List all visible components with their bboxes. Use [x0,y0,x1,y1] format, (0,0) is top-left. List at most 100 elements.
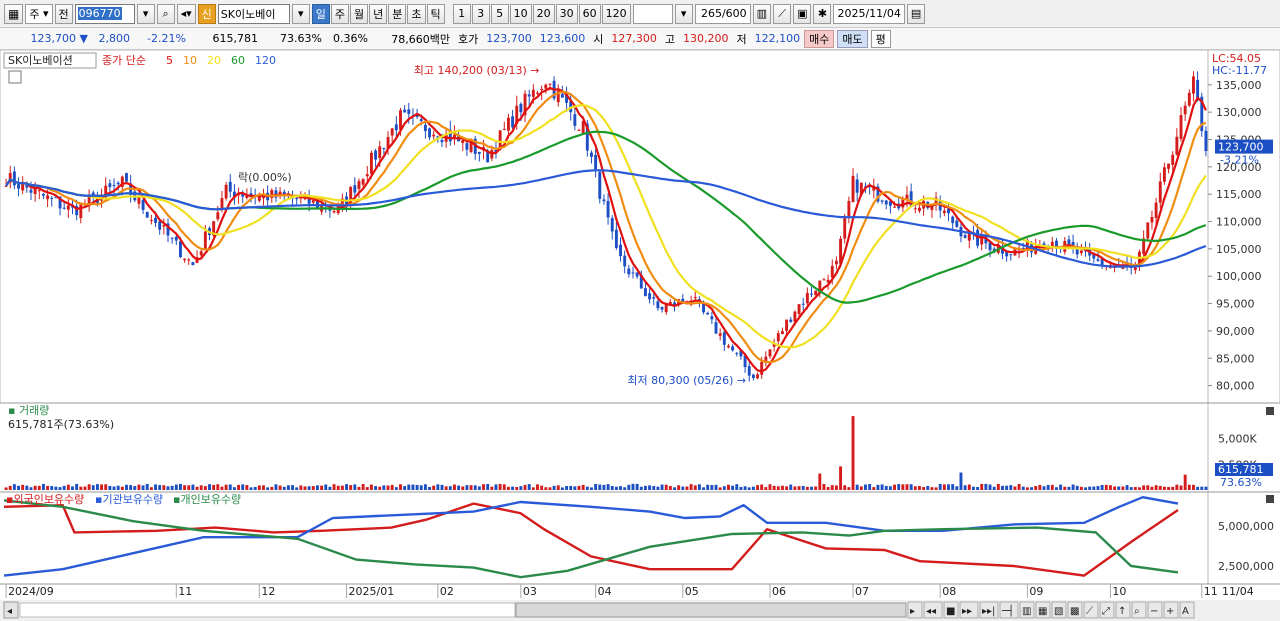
legend-title: SK이노베이션 [8,54,73,67]
candle-body [511,116,515,128]
x-axis-label: 04 [598,585,612,598]
volume-bar [901,484,905,490]
volume-bar [706,484,710,490]
volume-bar [656,486,660,490]
volume-bar [1138,487,1141,490]
chart-tools-icon[interactable]: ▥ [752,3,772,24]
layout-icon[interactable]: ▦ [4,3,24,24]
period-tab-3[interactable]: 년 [369,3,388,24]
volume-bar [926,485,930,490]
interval-60[interactable]: 60 [578,3,601,24]
volume-bar [166,486,170,490]
volume-bar [394,487,398,490]
volume-bar [1017,483,1021,490]
volume-bar [154,484,157,490]
price-axis-label: 95,000 [1216,298,1255,311]
holding-close-icon [1266,495,1274,503]
interval-30[interactable]: 30 [555,3,578,24]
buy-button[interactable]: 매수 [804,29,835,48]
date-field[interactable]: 2025/11/04 [833,3,905,24]
sell-button[interactable]: 매도 [837,29,868,48]
period-tab-6[interactable]: 틱 [426,3,445,24]
candle-body [780,331,784,335]
x-axis-label: 08 [942,585,956,598]
sin-badge[interactable]: 신 [197,3,216,24]
volume-bar [25,485,29,490]
volume-bar [710,485,714,490]
candle-body [1150,217,1154,223]
gear-icon[interactable]: ✱ [813,3,832,24]
name-dropdown-icon[interactable]: ▾ [291,3,310,24]
stock-name-field[interactable]: SK이노베이 [217,3,290,24]
volume-bar [511,486,515,490]
interval-20[interactable]: 20 [532,3,555,24]
candle-body [66,205,70,210]
volume-bar [369,484,373,490]
count-value: 265 [700,7,722,20]
sound-icon[interactable]: ◂▾ [176,3,196,24]
volume-bar [668,485,672,490]
interval-120[interactable]: 120 [601,3,631,24]
candle-body [1154,202,1158,218]
period-tab-4[interactable]: 분 [388,3,407,24]
candle-body [46,195,50,200]
volume-bar [216,484,220,490]
interval-10[interactable]: 10 [509,3,532,24]
market-select[interactable]: 주 ▾ [25,3,53,24]
prev-button[interactable]: 전 [54,3,73,24]
volume-bar [702,487,706,490]
volume-bar [793,486,797,490]
count-max: /600 [721,7,747,20]
candle-body [62,207,66,209]
count-field[interactable]: 265/600 [694,3,751,24]
volume-bar [79,486,83,490]
interval-1[interactable]: 1 [452,3,471,24]
interval-5[interactable]: 5 [490,3,509,24]
stock-chart[interactable]: 135,000130,000125,000120,000115,000110,0… [0,50,1280,621]
ask-price: 123,700 [486,32,532,45]
price-axis-label: 110,000 [1216,216,1262,229]
stock-code-input[interactable]: 096770 [74,3,135,24]
interval-3[interactable]: 3 [471,3,490,24]
draw-tools-icon[interactable]: ⟋ [773,3,792,24]
period-tab-2[interactable]: 월 [350,3,369,24]
period-tab-1[interactable]: 주 [330,3,350,24]
candle-body [108,183,112,188]
volume-bar [1108,485,1112,490]
period-tab-0[interactable]: 일 [311,3,330,24]
scroll-area[interactable]: ◂ ▸ ◂◂ ■ ▸▸ ▸▸| ─┤ ▥ ▦ ▧ ▩ ⟋ ⤢ ↑ ⌕ − + A [0,600,1280,621]
interval-custom-input[interactable] [632,3,673,24]
candle-body [365,174,369,177]
volume-bar [266,487,270,490]
control-icon-9: ▩ [1070,606,1079,617]
volume-bar [714,484,718,490]
low-label: 저 [736,32,747,46]
pyeong-button[interactable]: 평 [870,29,891,48]
calendar-icon[interactable]: ▤ [906,3,926,24]
volume-bar [805,486,809,490]
volume-bar [33,485,37,490]
candle-body [461,139,465,143]
interval-dropdown-icon[interactable]: ▾ [674,3,693,24]
holding-legend-0: ▪외국인보유수량 [6,493,84,506]
candle-body [822,279,826,281]
period-tab-5[interactable]: 초 [407,3,426,24]
volume-bar [353,484,357,490]
volume-bar [565,486,569,490]
search-icon[interactable]: ⌕ [156,3,175,24]
save-icon[interactable]: ▣ [793,3,812,24]
candle-body [407,109,411,114]
x-axis-label: 06 [772,585,786,598]
volume-bar [619,486,622,490]
volume-bar [299,485,303,490]
volume-bar [834,485,838,490]
volume-bar [581,484,585,490]
control-icon-1: ◂◂ [926,606,936,617]
x-axis-label: 02 [440,585,454,598]
volume-bar [187,485,191,490]
candle-body [183,258,187,261]
volume-bar [1204,486,1208,490]
volume-bar [552,485,556,490]
code-dropdown-icon[interactable]: ▾ [136,3,155,24]
candle-body [560,94,564,98]
